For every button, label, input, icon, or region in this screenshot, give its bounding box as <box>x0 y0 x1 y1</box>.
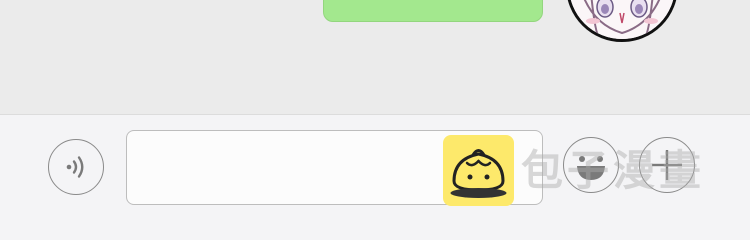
chat-input-toolbar <box>0 114 750 240</box>
smile-emoji-icon <box>577 156 605 180</box>
user-avatar[interactable] <box>566 0 678 42</box>
sent-message-bubble[interactable] <box>323 0 543 22</box>
voice-input-button[interactable] <box>48 139 104 195</box>
chat-message-area <box>0 0 750 114</box>
watermark-bun-logo <box>443 135 514 206</box>
voice-wave-icon <box>66 156 84 178</box>
emoji-button[interactable] <box>563 137 619 193</box>
plus-icon <box>652 150 682 180</box>
more-options-button[interactable] <box>639 137 695 193</box>
message-input[interactable] <box>127 131 455 204</box>
bun-mascot-icon <box>450 149 507 198</box>
avatar-illustration <box>569 0 675 39</box>
